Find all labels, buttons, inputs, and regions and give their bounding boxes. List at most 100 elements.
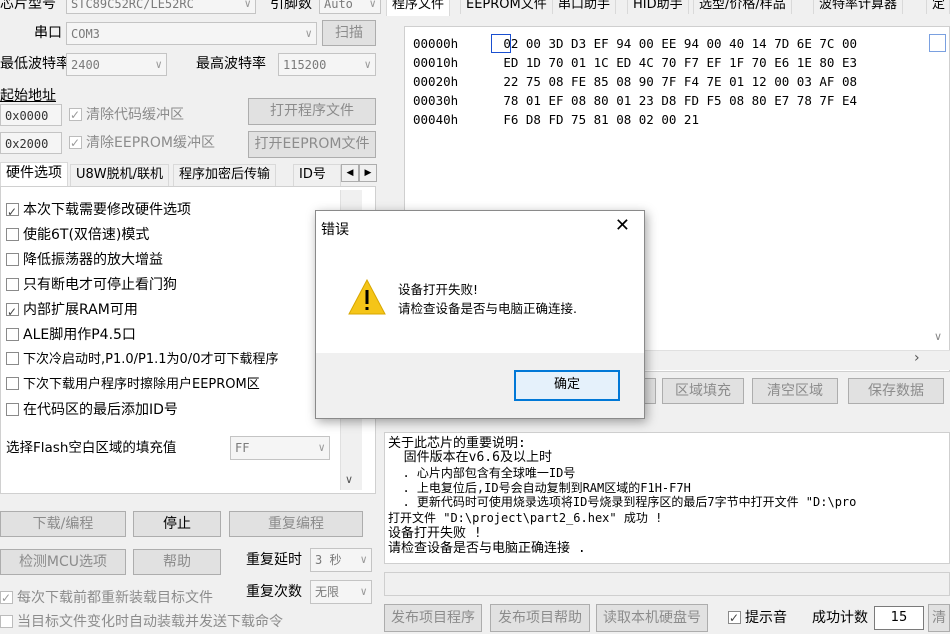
checkbox-icon	[6, 252, 19, 266]
download-program-button[interactable]: 下载/编程	[0, 511, 126, 537]
repeat-delay-select[interactable]: 3 秒 ∨	[310, 548, 372, 572]
checkbox-icon	[6, 402, 19, 416]
pin-count-label: 引脚数	[270, 0, 312, 12]
repeat-delay-label: 重复延时	[246, 552, 302, 568]
dialog-title: 错误	[321, 222, 349, 238]
chevron-down-icon: ∨	[305, 27, 312, 40]
tab-more[interactable]: 定	[926, 0, 950, 14]
option-modify-hardware[interactable]: 本次下载需要修改硬件选项	[6, 198, 191, 224]
tab-hid-assistant[interactable]: HID助手	[627, 0, 689, 14]
checkbox-icon	[6, 277, 19, 291]
chip-model-label: 芯片型号	[0, 0, 56, 12]
scan-button[interactable]: 扫描	[322, 20, 376, 46]
log-line: 固件版本在v6.6及以上时	[388, 450, 552, 465]
hex-row: 00020h 22 75 08 FE 85 08 90 7F F4 7E 01 …	[413, 74, 858, 89]
dialog-message-line2: 请检查设备是否与电脑正确连接.	[398, 301, 577, 316]
max-baud-label: 最高波特率	[196, 56, 266, 72]
max-baud-select[interactable]: 115200 ∨	[278, 53, 376, 76]
tab-program-file[interactable]: 程序文件	[386, 0, 451, 16]
error-dialog: 错误 ✕ 设备打开失败! 请检查设备是否与电脑正确连接. 确定	[315, 210, 645, 419]
success-count-label: 成功计数	[812, 610, 868, 626]
checkbox-icon	[6, 227, 19, 241]
help-button[interactable]: 帮助	[133, 549, 221, 575]
fill-value-select[interactable]: FF ∨	[230, 436, 330, 460]
detect-mcu-button[interactable]: 检测MCU选项	[0, 549, 126, 575]
scroll-down-icon[interactable]: ∨	[345, 473, 353, 486]
option-erase-eeprom[interactable]: 下次下载用户程序时擦除用户EEPROM区	[6, 373, 260, 397]
scroll-down-icon[interactable]: ∨	[934, 330, 942, 343]
tab-serial-assistant[interactable]: 串口助手	[552, 0, 617, 14]
tab-id-number[interactable]: ID号	[293, 164, 341, 186]
log-line: 请检查设备是否与电脑正确连接 .	[388, 541, 586, 556]
option-add-id[interactable]: 在代码区的最后添加ID号	[6, 398, 178, 422]
progress-bar	[384, 572, 950, 596]
pin-count-select[interactable]: Auto ∨	[319, 0, 381, 14]
chevron-down-icon: ∨	[155, 58, 162, 71]
auto-send-checkbox[interactable]: 当目标文件变化时自动装载并发送下载命令	[0, 612, 283, 632]
port-label: 串口	[34, 25, 62, 41]
close-icon[interactable]: ✕	[615, 215, 630, 236]
chevron-down-icon: ∨	[318, 441, 325, 454]
clear-area-button[interactable]: 清空区域	[752, 378, 838, 404]
clear-count-button[interactable]: 清	[928, 604, 950, 632]
hex-row: 00000h 02 00 3D D3 EF 94 00 EE 94 00 40 …	[413, 36, 858, 51]
option-cold-start[interactable]: 下次冷启动时,P1.0/P1.1为0/0才可下载程序	[6, 348, 278, 372]
fill-area-button[interactable]: 区域填充	[662, 378, 744, 404]
read-disk-number-button[interactable]: 读取本机硬盘号	[596, 604, 708, 632]
log-line: . 更新代码时可使用烧录选项将ID号烧录到程序区的最后7字节中打开文件 "D:\…	[388, 495, 857, 509]
chevron-down-icon: ∨	[364, 58, 371, 71]
code-address-input[interactable]: 0x0000	[0, 104, 62, 126]
checkbox-icon	[0, 614, 13, 628]
reload-before-download-checkbox[interactable]: 每次下载前都重新装载目标文件	[0, 588, 213, 608]
success-count-field: 15	[874, 606, 924, 630]
fill-value-label: 选择Flash空白区域的填充值	[6, 440, 177, 456]
checkbox-icon	[6, 377, 19, 390]
log-line: . 上电复位后,ID号会自动复制到RAM区域的F1H-F7H	[388, 481, 691, 495]
clear-eeprom-buffer-checkbox[interactable]: 清除EEPROM缓冲区	[69, 133, 215, 153]
clear-code-buffer-checkbox[interactable]: 清除代码缓冲区	[69, 105, 184, 125]
tab-selection-price[interactable]: 选型/价格/样品	[693, 0, 792, 14]
chevron-down-icon: ∨	[369, 0, 376, 10]
open-eeprom-file-button[interactable]: 打开EEPROM文件	[248, 131, 376, 158]
tab-baud-calculator[interactable]: 波特率计算器	[813, 0, 904, 14]
ok-button[interactable]: 确定	[514, 370, 620, 401]
checkbox-icon	[6, 352, 19, 365]
start-address-label: 起始地址	[0, 88, 56, 104]
log-line: . 心片内部包含有全球唯一ID号	[388, 466, 576, 480]
checkbox-icon	[728, 608, 741, 628]
hex-row: 00040h F6 D8 FD 75 81 08 02 00 21	[413, 112, 699, 127]
scroll-right-icon[interactable]: ›	[914, 350, 920, 366]
hex-row: 00030h 78 01 EF 08 80 01 23 D8 FD F5 08 …	[413, 93, 858, 108]
log-line: 关于此芯片的重要说明:	[388, 436, 526, 451]
scrollbar-track	[344, 430, 360, 432]
open-program-file-button[interactable]: 打开程序文件	[248, 98, 376, 125]
repeat-count-select[interactable]: 无限 ∨	[310, 580, 372, 604]
hex-scroll-up[interactable]	[929, 34, 946, 52]
port-select[interactable]: COM3 ∨	[66, 22, 317, 45]
publish-program-button[interactable]: 发布项目程序	[384, 604, 482, 632]
save-data-button[interactable]: 保存数据	[848, 378, 944, 404]
chevron-down-icon: ∨	[360, 585, 367, 598]
tab-encrypted-transfer[interactable]: 程序加密后传输	[173, 164, 277, 186]
option-6t-mode[interactable]: 使能6T(双倍速)模式	[6, 223, 149, 247]
tab-u8w-offline[interactable]: U8W脱机/联机	[70, 164, 170, 186]
checkbox-icon	[0, 588, 13, 608]
tab-hardware-options[interactable]: 硬件选项	[0, 162, 68, 186]
checkbox-icon	[6, 300, 19, 324]
chip-model-select[interactable]: STC89C52RC/LE52RC ∨	[66, 0, 256, 14]
chevron-down-icon: ∨	[360, 553, 367, 566]
tab-scroll-right-icon[interactable]: ▶	[359, 164, 377, 182]
publish-help-button[interactable]: 发布项目帮助	[490, 604, 590, 632]
beep-checkbox[interactable]: 提示音	[728, 608, 787, 628]
option-reduce-gain[interactable]: 降低振荡器的放大增益	[6, 248, 163, 272]
tab-eeprom-file[interactable]: EEPROM文件	[460, 0, 553, 14]
tab-scroll-left-icon[interactable]: ◀	[341, 164, 359, 182]
eeprom-address-input[interactable]: 0x2000	[0, 132, 62, 154]
stop-button[interactable]: 停止	[133, 511, 221, 537]
option-watchdog[interactable]: 只有断电才可停止看门狗	[6, 273, 177, 297]
option-ale-pin[interactable]: ALE脚用作P4.5口	[6, 323, 136, 347]
min-baud-select[interactable]: 2400 ∨	[66, 53, 167, 76]
repeat-program-button[interactable]: 重复编程	[229, 511, 363, 537]
option-internal-ram[interactable]: 内部扩展RAM可用	[6, 298, 138, 324]
log-line: 打开文件 "D:\project\part2_6.hex" 成功 !	[388, 511, 663, 525]
